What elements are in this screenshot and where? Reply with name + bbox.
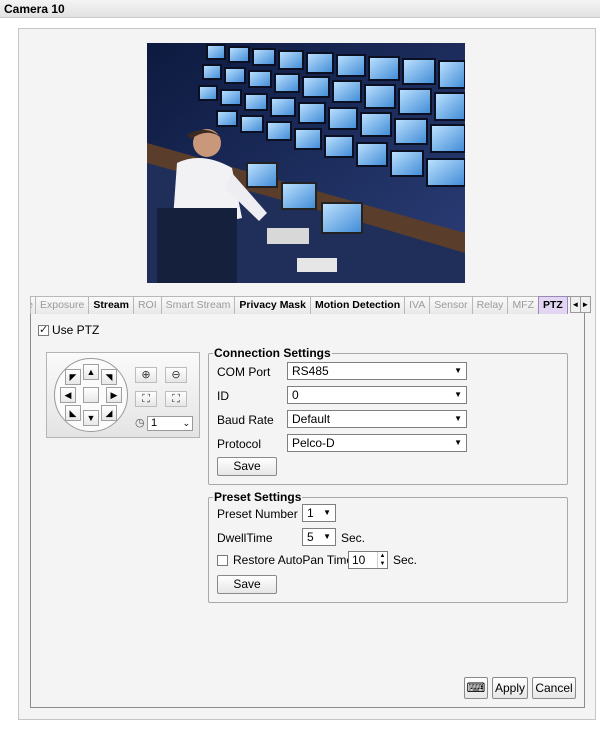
baud-rate-label: Baud Rate (217, 413, 274, 427)
baud-rate-select[interactable]: Default ▼ (287, 410, 467, 428)
preset-save-button[interactable]: Save (217, 575, 277, 594)
window-titlebar: Camera 10 (0, 0, 600, 18)
dwell-time-select[interactable]: 5 ▼ (302, 528, 336, 546)
baud-rate-value: Default (292, 412, 331, 426)
id-label: ID (217, 389, 229, 403)
connection-save-button[interactable]: Save (217, 457, 277, 476)
tab-scroll-arrows: ◄ ► (569, 296, 591, 314)
dropdown-arrow-icon: ▼ (454, 366, 462, 375)
dropdown-arrow-icon: ▼ (323, 508, 331, 517)
restore-autopan-unit: Sec. (393, 553, 418, 567)
tab-roi[interactable]: ROI (132, 296, 162, 314)
focus-far-icon[interactable]: ⛶ (165, 391, 187, 407)
preset-number-select[interactable]: 1 ▼ (302, 504, 336, 522)
tab-privacy-mask[interactable]: Privacy Mask (234, 296, 311, 314)
arrow-up-left-icon[interactable]: ◤ (65, 369, 81, 385)
arrow-left-icon[interactable]: ◀ (60, 387, 76, 403)
restore-autopan-checkbox[interactable] (217, 555, 228, 566)
preset-number-value: 1 (307, 506, 314, 520)
zoom-out-icon[interactable]: ⊖ (165, 367, 187, 383)
cancel-button[interactable]: Cancel (532, 677, 576, 699)
tab-sensor[interactable]: Sensor (429, 296, 473, 314)
dwell-time-unit: Sec. (341, 531, 366, 545)
tab-mfz[interactable]: MFZ (507, 296, 540, 314)
id-select[interactable]: 0 ▼ (287, 386, 467, 404)
dwell-time-value: 5 (307, 530, 314, 544)
preset-settings-legend: Preset Settings (213, 490, 303, 504)
restore-autopan-label: Restore AutoPan Time (233, 553, 354, 567)
preset-number-label: Preset Number (217, 507, 298, 521)
direction-pad: ◤ ▲ ◥ ◀ ▶ ◣ ▼ ◢ (54, 358, 128, 432)
arrow-down-left-icon[interactable]: ◣ (65, 405, 81, 421)
com-port-label: COM Port (217, 365, 271, 379)
ptz-speed-select[interactable]: 1 ⌄ (147, 416, 193, 431)
speed-icon: ◷ (135, 417, 145, 429)
protocol-label: Protocol (217, 437, 262, 451)
tab-relay[interactable]: Relay (471, 296, 509, 314)
use-ptz-checkbox[interactable] (38, 323, 49, 337)
focus-near-icon[interactable]: ⛶ (135, 391, 157, 407)
chevron-down-icon: ⌄ (182, 418, 190, 428)
com-port-value: RS485 (292, 364, 329, 378)
spinner-arrows-icon[interactable]: ▲ ▼ (377, 552, 387, 568)
dropdown-arrow-icon: ▼ (323, 532, 331, 541)
zoom-in-icon[interactable]: ⊕ (135, 367, 157, 383)
surveillance-room-picture (147, 43, 465, 283)
window-title: Camera 10 (4, 2, 65, 16)
connection-settings-legend: Connection Settings (213, 346, 332, 360)
id-value: 0 (292, 388, 299, 402)
restore-autopan-value: 10 (352, 553, 366, 567)
tab-exposure[interactable]: Exposure (35, 296, 90, 314)
dropdown-arrow-icon: ▼ (454, 438, 462, 447)
arrow-up-icon[interactable]: ▲ (83, 364, 99, 380)
tab-stream[interactable]: Stream (88, 296, 134, 314)
arrow-down-icon[interactable]: ▼ (83, 410, 99, 426)
arrow-right-icon[interactable]: ▶ (106, 387, 122, 403)
use-ptz-option: Use PTZ (38, 323, 99, 337)
arrow-down-right-icon[interactable]: ◢ (101, 405, 117, 421)
arrow-up-right-icon[interactable]: ◥ (101, 369, 117, 385)
center-button[interactable] (83, 387, 99, 403)
settings-tabs: rence Exposure Stream ROI Smart Stream P… (30, 296, 591, 314)
protocol-select[interactable]: Pelco-D ▼ (287, 434, 467, 452)
tab-smart-stream[interactable]: Smart Stream (160, 296, 236, 314)
tab-scroll-right-icon[interactable]: ► (579, 296, 591, 313)
use-ptz-label: Use PTZ (52, 323, 100, 337)
dropdown-arrow-icon: ▼ (454, 390, 462, 399)
restore-autopan-spinner[interactable]: 10 ▲ ▼ (348, 551, 388, 569)
keyboard-icon[interactable]: ⌨ (464, 677, 488, 699)
tab-iva[interactable]: IVA (404, 296, 431, 314)
camera-preview-image (147, 43, 465, 283)
apply-button[interactable]: Apply (492, 677, 528, 699)
com-port-select[interactable]: RS485 ▼ (287, 362, 467, 380)
dropdown-arrow-icon: ▼ (454, 414, 462, 423)
tab-ptz[interactable]: PTZ (538, 296, 568, 314)
dwell-time-label: DwellTime (217, 531, 273, 545)
tab-motion-detection[interactable]: Motion Detection (309, 296, 406, 314)
ptz-control-pad: ◤ ▲ ◥ ◀ ▶ ◣ ▼ ◢ ⊕ ⊖ ⛶ ⛶ ◷ 1 ⌄ (46, 352, 200, 438)
protocol-value: Pelco-D (292, 436, 335, 450)
ptz-speed-value: 1 (151, 417, 158, 429)
